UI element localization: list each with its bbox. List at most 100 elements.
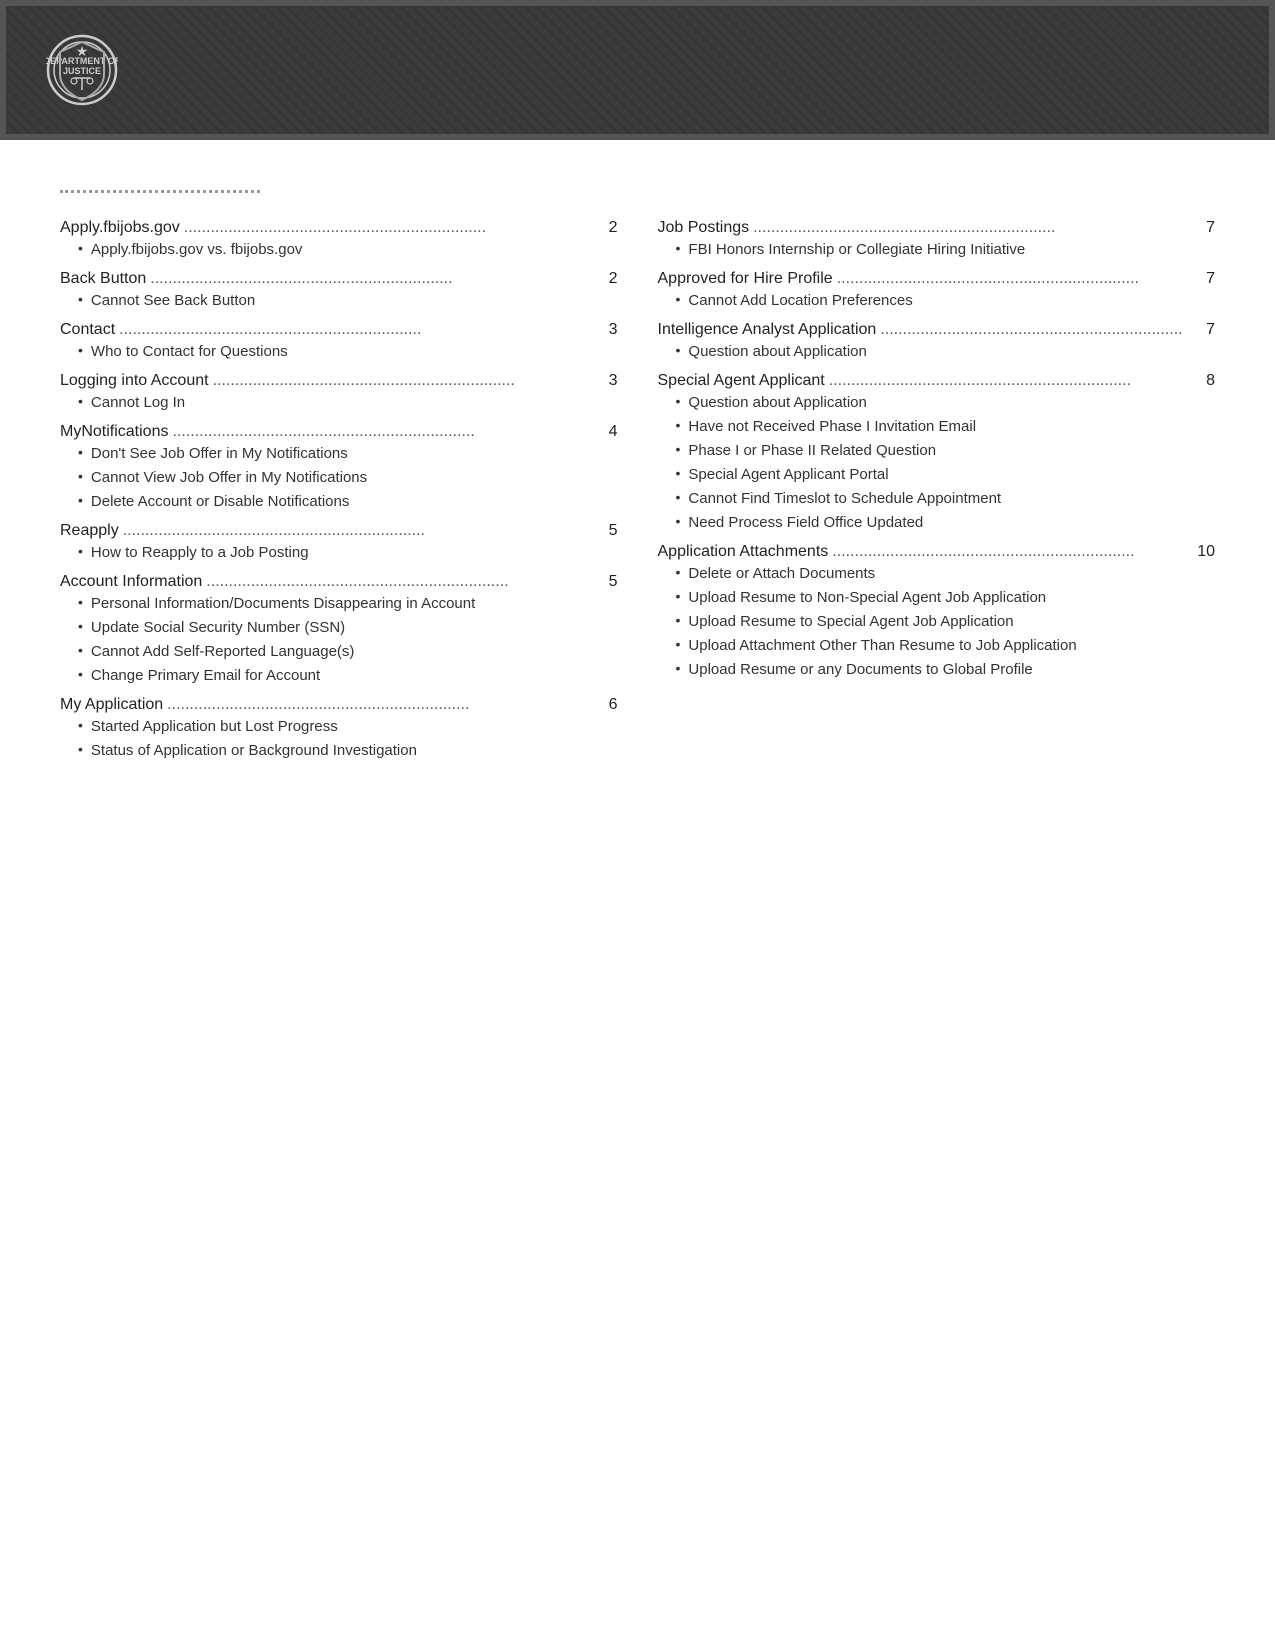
toc-bullet-icon: • — [676, 342, 681, 358]
toc-main-row: Back Button.............................… — [60, 270, 618, 288]
toc-bullet-icon: • — [676, 612, 681, 628]
toc-sub-label: FBI Honors Internship or Collegiate Hiri… — [688, 239, 1025, 260]
toc-bullet-icon: • — [676, 660, 681, 676]
toc-main-row: Contact.................................… — [60, 321, 618, 339]
toc-sub-item: • Cannot See Back Button — [78, 290, 618, 311]
toc-sub-item: • Cannot Find Timeslot to Schedule Appoin… — [676, 488, 1216, 509]
fbi-shield-icon: DEPARTMENT OF JUSTICE ★ — [46, 34, 118, 106]
toc-bullet-icon: • — [78, 543, 83, 559]
toc-section-label: My Application — [60, 696, 163, 714]
toc-bullet-icon: • — [676, 465, 681, 481]
toc-section-label: Back Button — [60, 270, 146, 288]
toc-page-number: 3 — [602, 321, 618, 339]
toc-sub-item: •Update Social Security Number (SSN) — [78, 617, 618, 638]
toc-sub-label: Phase I or Phase II Related Question — [688, 440, 936, 461]
toc-sub-item: • Phase I or Phase II Related Question — [676, 440, 1216, 461]
toc-sub-item: •Have not Received Phase I Invitation Em… — [676, 416, 1216, 437]
toc-sub-item: •Upload Resume to Special Agent Job Appl… — [676, 611, 1216, 632]
toc-bullet-icon: • — [676, 441, 681, 457]
toc-page-number: 2 — [602, 270, 618, 288]
toc-sub-item: •Cannot View Job Offer in My Notificatio… — [78, 467, 618, 488]
toc-bullet-icon: • — [78, 393, 83, 409]
toc-section: Reapply.................................… — [60, 522, 618, 563]
toc-sub-label: Cannot Log In — [91, 392, 185, 413]
toc-section: Account Information.....................… — [60, 573, 618, 686]
toc-sub-label: Delete or Attach Documents — [688, 563, 875, 584]
toc-dots: ........................................… — [184, 219, 598, 237]
toc-page-number: 7 — [1199, 321, 1215, 339]
toc-section: Apply.fbijobs.gov.......................… — [60, 219, 618, 260]
toc-section-label: Intelligence Analyst Application — [658, 321, 877, 339]
toc-main-row: My Application..........................… — [60, 696, 618, 714]
toc-page-number: 7 — [1199, 270, 1215, 288]
toc-sub-label: Cannot Find Timeslot to Schedule Appoint… — [688, 488, 1001, 509]
toc-sub-item: •Apply.fbijobs.gov vs. fbijobs.gov — [78, 239, 618, 260]
toc-sub-label: Upload Resume or any Documents to Global… — [688, 659, 1032, 680]
toc-sub-label: Cannot Add Location Preferences — [688, 290, 912, 311]
toc-sub-label: Started Application but Lost Progress — [91, 716, 338, 737]
toc-bullet-icon: • — [78, 666, 83, 682]
toc-main-row: Account Information.....................… — [60, 573, 618, 591]
toc-sub-label: Upload Attachment Other Than Resume to J… — [688, 635, 1076, 656]
toc-section-label: Logging into Account — [60, 372, 209, 390]
toc-page-number: 5 — [602, 573, 618, 591]
toc-sub-item: •Change Primary Email for Account — [78, 665, 618, 686]
header: DEPARTMENT OF JUSTICE ★ — [0, 0, 1275, 140]
toc-sub-item: •Question about Application — [676, 341, 1216, 362]
toc-sub-label: Question about Application — [688, 392, 866, 413]
toc-sub-item: • Started Application but Lost Progress — [78, 716, 618, 737]
toc-sub-item: • Question about Application — [676, 392, 1216, 413]
toc-bullet-icon: • — [676, 636, 681, 652]
toc-sub-label: Cannot Add Self-Reported Language(s) — [91, 641, 355, 662]
toc-dots: ........................................… — [119, 321, 597, 339]
toc-dots: ........................................… — [213, 372, 598, 390]
toc-section: Back Button.............................… — [60, 270, 618, 311]
toc-main-row: Reapply.................................… — [60, 522, 618, 540]
toc-main-row: Logging into Account....................… — [60, 372, 618, 390]
toc-page-number: 10 — [1197, 543, 1215, 561]
toc-page-number: 6 — [602, 696, 618, 714]
toc-section: Job Postings............................… — [658, 219, 1216, 260]
toc-sub-label: How to Reapply to a Job Posting — [91, 542, 309, 563]
toc-section: Logging into Account....................… — [60, 372, 618, 413]
toc-sub-label: Update Social Security Number (SSN) — [91, 617, 345, 638]
toc-sub-label: Apply.fbijobs.gov vs. fbijobs.gov — [91, 239, 303, 260]
toc-section-label: MyNotifications — [60, 423, 168, 441]
toc-section-label: Reapply — [60, 522, 119, 540]
toc-dots: ........................................… — [837, 270, 1195, 288]
toc-sub-item: • Cannot Log In — [78, 392, 618, 413]
toc-sub-item: •Who to Contact for Questions — [78, 341, 618, 362]
toc-bullet-icon: • — [78, 444, 83, 460]
toc-dots: ........................................… — [167, 696, 597, 714]
toc-main-row: Apply.fbijobs.gov.......................… — [60, 219, 618, 237]
svg-text:JUSTICE: JUSTICE — [63, 66, 101, 76]
toc-sub-label: Status of Application or Background Inve… — [91, 740, 417, 761]
toc-sub-item: •Upload Resume to Non-Special Agent Job … — [676, 587, 1216, 608]
toc-section-label: Approved for Hire Profile — [658, 270, 833, 288]
toc-section: MyNotifications.........................… — [60, 423, 618, 512]
toc-page-number: 4 — [602, 423, 618, 441]
toc-section: My Application..........................… — [60, 696, 618, 761]
toc-sub-item: • Upload Resume or any Documents to Globa… — [676, 659, 1216, 680]
toc-sub-item: •Cannot Add Location Preferences — [676, 290, 1216, 311]
toc-section: Special Agent Applicant.................… — [658, 372, 1216, 533]
toc-main-row: Intelligence Analyst Application........… — [658, 321, 1216, 339]
toc-sub-label: Cannot See Back Button — [91, 290, 255, 311]
toc-main-row: Job Postings............................… — [658, 219, 1216, 237]
toc-bullet-icon: • — [78, 291, 83, 307]
toc-bullet-icon: • — [78, 492, 83, 508]
toc-bullet-icon: • — [676, 393, 681, 409]
toc-section: Intelligence Analyst Application........… — [658, 321, 1216, 362]
toc-bullet-icon: • — [78, 468, 83, 484]
toc-sub-item: •Delete Account or Disable Notifications — [78, 491, 618, 512]
toc-sub-item: •Special Agent Applicant Portal — [676, 464, 1216, 485]
toc-page-number: 5 — [602, 522, 618, 540]
toc-section: Contact.................................… — [60, 321, 618, 362]
toc-bullet-icon: • — [676, 489, 681, 505]
toc-dots: ........................................… — [753, 219, 1195, 237]
toc-section-label: Apply.fbijobs.gov — [60, 219, 180, 237]
toc-section-label: Account Information — [60, 573, 202, 591]
toc-divider — [60, 190, 260, 193]
toc-bullet-icon: • — [78, 717, 83, 733]
toc-main-row: MyNotifications.........................… — [60, 423, 618, 441]
